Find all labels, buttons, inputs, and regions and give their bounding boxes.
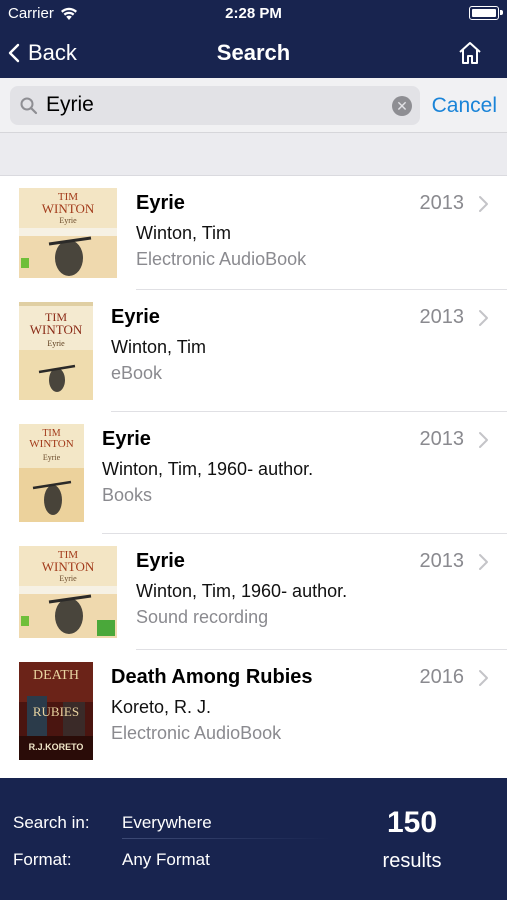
cover-book-text: Eyrie xyxy=(42,453,61,462)
chevron-right-icon xyxy=(479,670,488,686)
clock: 2:28 PM xyxy=(225,5,282,22)
item-format: Sound recording xyxy=(136,607,269,627)
book-cover: DEATH RUBIES R.J.KORETO xyxy=(19,662,93,760)
search-bar: Eyrie ✕ Cancel xyxy=(0,78,507,133)
results-count: 150 xyxy=(386,806,438,839)
chevron-right-icon xyxy=(479,432,488,448)
item-format: Books xyxy=(102,485,153,505)
list-item[interactable]: TIM WINTON Eyrie Eyrie Winton, Tim, 1960… xyxy=(0,534,507,650)
format-value[interactable]: Any Format xyxy=(122,850,210,870)
cover-book-text: DEATH xyxy=(33,668,79,683)
item-author: Winton, Tim, 1960- author. xyxy=(102,459,314,479)
list-item[interactable]: TIM WINTON Eyrie Eyrie Winton, Tim, 1960… xyxy=(0,412,507,534)
cover-author-text: R.J.KORETO xyxy=(28,742,84,752)
search-in-value[interactable]: Everywhere xyxy=(122,813,212,833)
search-in-label: Search in: xyxy=(13,813,90,832)
chevron-right-icon xyxy=(479,310,488,326)
book-cover: TIM WINTON Eyrie xyxy=(19,424,84,522)
book-cover: TIM WINTON Eyrie xyxy=(19,546,117,638)
item-author: Winton, Tim xyxy=(111,337,207,357)
item-title: Eyrie xyxy=(136,550,185,572)
item-year: 2013 xyxy=(419,306,465,328)
results-list: TIM WINTON Eyrie Eyrie Winton, Tim Elect… xyxy=(0,176,507,778)
chevron-left-icon xyxy=(8,43,20,63)
list-item[interactable]: TIM WINTON Eyrie Eyrie Winton, Tim Elect… xyxy=(0,176,507,290)
item-year: 2016 xyxy=(419,666,465,688)
search-icon xyxy=(20,97,38,115)
home-icon[interactable] xyxy=(457,40,483,66)
cover-book-text: Eyrie xyxy=(59,574,77,583)
item-year: 2013 xyxy=(419,550,465,572)
item-title: Death Among Rubies xyxy=(111,666,313,688)
format-label: Format: xyxy=(13,850,72,869)
search-input[interactable]: Eyrie ✕ xyxy=(10,86,420,125)
book-cover: TIM WINTON Eyrie xyxy=(19,188,117,278)
navigation-bar: Back Search xyxy=(0,28,507,78)
item-author: Winton, Tim, 1960- author. xyxy=(136,581,348,601)
item-format: Electronic AudioBook xyxy=(136,249,307,269)
search-summary-footer: Search in: Everywhere Format: Any Format… xyxy=(0,778,507,900)
cover-author-text-2: WINTON xyxy=(29,322,83,337)
section-spacer xyxy=(0,133,507,176)
results-label: results xyxy=(382,850,442,872)
clear-icon[interactable]: ✕ xyxy=(392,96,412,116)
cover-author-text-2: WINTON xyxy=(41,559,95,574)
item-year: 2013 xyxy=(419,428,465,450)
item-title: Eyrie xyxy=(136,192,185,214)
cover-book-text-2: RUBIES xyxy=(32,704,80,719)
item-format: Electronic AudioBook xyxy=(111,723,282,743)
cancel-button[interactable]: Cancel xyxy=(432,94,497,118)
chevron-right-icon xyxy=(479,554,488,570)
status-bar: Carrier 2:28 PM xyxy=(0,0,507,28)
chevron-right-icon xyxy=(479,196,488,212)
cover-author-text-2: WINTON xyxy=(41,201,95,216)
footer-divider xyxy=(122,838,332,839)
top-bar: Carrier 2:28 PM Back Search xyxy=(0,0,507,78)
book-cover: TIM WINTON Eyrie xyxy=(19,302,93,400)
list-item[interactable]: TIM WINTON Eyrie Eyrie Winton, Tim eBook… xyxy=(0,290,507,412)
item-author: Koreto, R. J. xyxy=(111,697,212,717)
list-item[interactable]: DEATH RUBIES R.J.KORETO Death Among Rubi… xyxy=(0,650,507,772)
item-title: Eyrie xyxy=(111,306,160,328)
battery-icon xyxy=(469,6,503,20)
cover-book-text: Eyrie xyxy=(47,339,65,348)
item-title: Eyrie xyxy=(102,428,151,450)
cover-author-text-2: WINTON xyxy=(29,438,74,450)
item-year: 2013 xyxy=(419,192,465,214)
item-author: Winton, Tim xyxy=(136,223,232,243)
search-query: Eyrie xyxy=(46,93,94,116)
item-format: eBook xyxy=(111,363,163,383)
back-label: Back xyxy=(28,40,77,65)
cover-book-text: Eyrie xyxy=(59,216,77,225)
back-button[interactable]: Back xyxy=(8,40,77,66)
